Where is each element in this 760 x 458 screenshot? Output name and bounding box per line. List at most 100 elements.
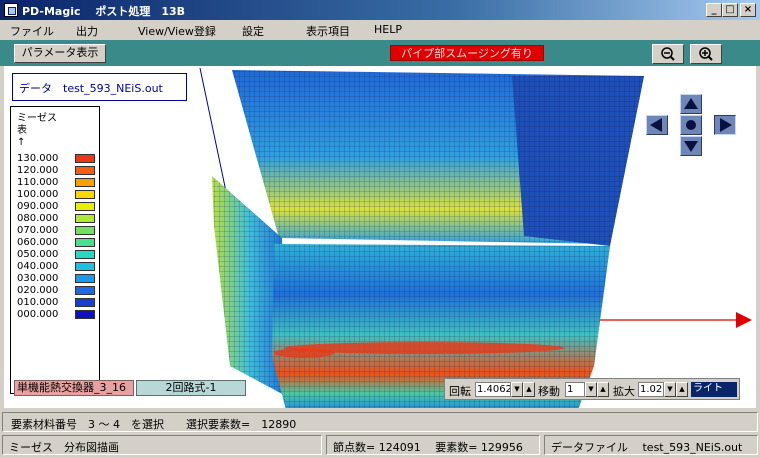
legend-entry: 070.000 — [17, 225, 97, 237]
legend-entry: 080.000 — [17, 213, 97, 225]
app-icon — [4, 3, 18, 17]
tab-two-circuit[interactable]: 2回路式-1 — [136, 380, 246, 396]
zoom-input[interactable]: 1.02 — [638, 382, 664, 397]
arrow-left-icon — [650, 118, 662, 132]
legend-value: 090.000 — [17, 201, 59, 212]
legend-title-line1: ミーゼス — [17, 113, 57, 124]
legend-swatch — [75, 274, 95, 283]
menu-output[interactable]: 出力 — [76, 23, 98, 39]
legend-entry: 110.000 — [17, 177, 97, 189]
pan-right-button[interactable] — [714, 115, 736, 135]
menu-display-items[interactable]: 表示項目 — [306, 23, 350, 39]
rotate-down-button[interactable]: ▼ — [511, 382, 523, 397]
title-bar: PD-Magic ポスト処理 13B _ □ × — [0, 0, 760, 20]
legend-entry: 130.000 — [17, 153, 97, 165]
zoom-up-button[interactable]: ▲ — [676, 382, 688, 397]
legend-value: 130.000 — [17, 153, 59, 164]
legend-value: 000.000 — [17, 309, 59, 320]
legend-swatch — [75, 190, 95, 199]
legend-value: 070.000 — [17, 225, 59, 236]
legend-entry: 060.000 — [17, 237, 97, 249]
legend-swatch — [75, 298, 95, 307]
stress-contour-mesh[interactable] — [4, 66, 756, 408]
rotate-up-button[interactable]: ▲ — [523, 382, 535, 397]
zoom-out-icon — [661, 47, 675, 61]
legend-swatch — [75, 238, 95, 247]
legend-entry: 040.000 — [17, 261, 97, 273]
legend-value: 110.000 — [17, 177, 59, 188]
legend-value: 100.000 — [17, 189, 59, 200]
legend-title-line2: 表 — [17, 125, 27, 136]
legend-value: 020.000 — [17, 285, 59, 296]
legend-value: 060.000 — [17, 237, 59, 248]
toolbar: パラメータ表示 パイプ部スムージング有り — [0, 40, 760, 66]
legend-swatch — [75, 286, 95, 295]
legend-title: ミーゼス 表 ↑ — [17, 113, 57, 149]
move-up-button[interactable]: ▲ — [597, 382, 609, 397]
zoom-in-icon — [699, 47, 713, 61]
legend-entry: 000.000 — [17, 309, 97, 321]
legend-value: 080.000 — [17, 213, 59, 224]
pan-left-button[interactable] — [646, 115, 668, 135]
legend-swatch — [75, 202, 95, 211]
legend-entry: 010.000 — [17, 297, 97, 309]
view-control-panel: 回転 1.4062 ▼ ▲ 移動 1 ▼ ▲ 拡大 1.02 ▼ ▲ ライト — [444, 378, 740, 400]
legend-swatch — [75, 310, 95, 319]
zoom-out-button[interactable] — [652, 44, 684, 64]
legend-entry: 030.000 — [17, 273, 97, 285]
legend-swatch — [75, 178, 95, 187]
stress-legend: ミーゼス 表 ↑ 130.000 120.000 110.000 100.000 090… — [10, 106, 100, 394]
arrow-right-icon — [720, 118, 732, 132]
legend-value: 010.000 — [17, 297, 59, 308]
legend-swatch — [75, 214, 95, 223]
menu-view[interactable]: View/View登録 — [138, 23, 216, 39]
legend-entry: 020.000 — [17, 285, 97, 297]
rotate-label: 回転 — [449, 385, 471, 398]
menu-help[interactable]: HELP — [374, 23, 402, 36]
circle-icon — [686, 120, 696, 130]
rotate-input[interactable]: 1.4062 — [475, 382, 511, 397]
legend-entry: 050.000 — [17, 249, 97, 261]
legend-arrow-icon: ↑ — [17, 137, 26, 148]
menu-bar: ファイル 出力 View/View登録 設定 表示項目 HELP — [0, 20, 760, 40]
smoothing-status-badge: パイプ部スムージング有り — [390, 45, 544, 61]
legend-swatch — [75, 262, 95, 271]
legend-swatch — [75, 226, 95, 235]
zoom-label: 拡大 — [613, 385, 635, 398]
legend-value: 040.000 — [17, 261, 59, 272]
reset-view-button[interactable] — [680, 115, 702, 135]
close-button[interactable]: × — [740, 3, 756, 17]
legend-entry: 090.000 — [17, 201, 97, 213]
window-title: PD-Magic ポスト処理 13B — [22, 5, 186, 18]
status-data-file: データファイル test_593_NEiS.out — [544, 435, 758, 455]
zoom-down-button[interactable]: ▼ — [664, 382, 676, 397]
menu-settings[interactable]: 設定 — [242, 23, 264, 39]
pan-down-button[interactable] — [680, 136, 702, 156]
legend-value: 030.000 — [17, 273, 59, 284]
arrow-down-icon — [684, 141, 698, 152]
arrow-up-icon — [684, 98, 698, 109]
legend-swatch — [75, 250, 95, 259]
light-button[interactable]: ライト — [691, 382, 737, 397]
legend-entry: 100.000 — [17, 189, 97, 201]
status-mode: ミーゼス 分布図描画 — [2, 435, 322, 455]
legend-swatch — [75, 154, 95, 163]
status-bar: ミーゼス 分布図描画 節点数= 124091 要素数= 129956 データファ… — [0, 434, 760, 456]
model-viewport[interactable]: データ test_593_NEiS.out ミーゼス 表 ↑ 130.000 12… — [4, 66, 756, 408]
move-input[interactable]: 1 — [565, 382, 585, 397]
legend-swatch — [75, 166, 95, 175]
move-label: 移動 — [538, 385, 560, 398]
pan-up-button[interactable] — [680, 94, 702, 114]
selection-status: 要素材料番号 3 ～ 4 を選択 選択要素数= 12890 — [2, 412, 758, 432]
maximize-button[interactable]: □ — [722, 3, 738, 17]
legend-value: 120.000 — [17, 165, 59, 176]
move-down-button[interactable]: ▼ — [585, 382, 597, 397]
zoom-in-button[interactable] — [690, 44, 722, 64]
status-node-count: 節点数= 124091 要素数= 129956 — [326, 435, 540, 455]
legend-value: 050.000 — [17, 249, 59, 260]
menu-file[interactable]: ファイル — [10, 23, 54, 39]
minimize-button[interactable]: _ — [706, 3, 722, 17]
tab-single-heat-exchanger[interactable]: 単機能熱交換器_3_16 — [14, 380, 134, 396]
parameter-display-button[interactable]: パラメータ表示 — [14, 44, 106, 63]
legend-entry: 120.000 — [17, 165, 97, 177]
